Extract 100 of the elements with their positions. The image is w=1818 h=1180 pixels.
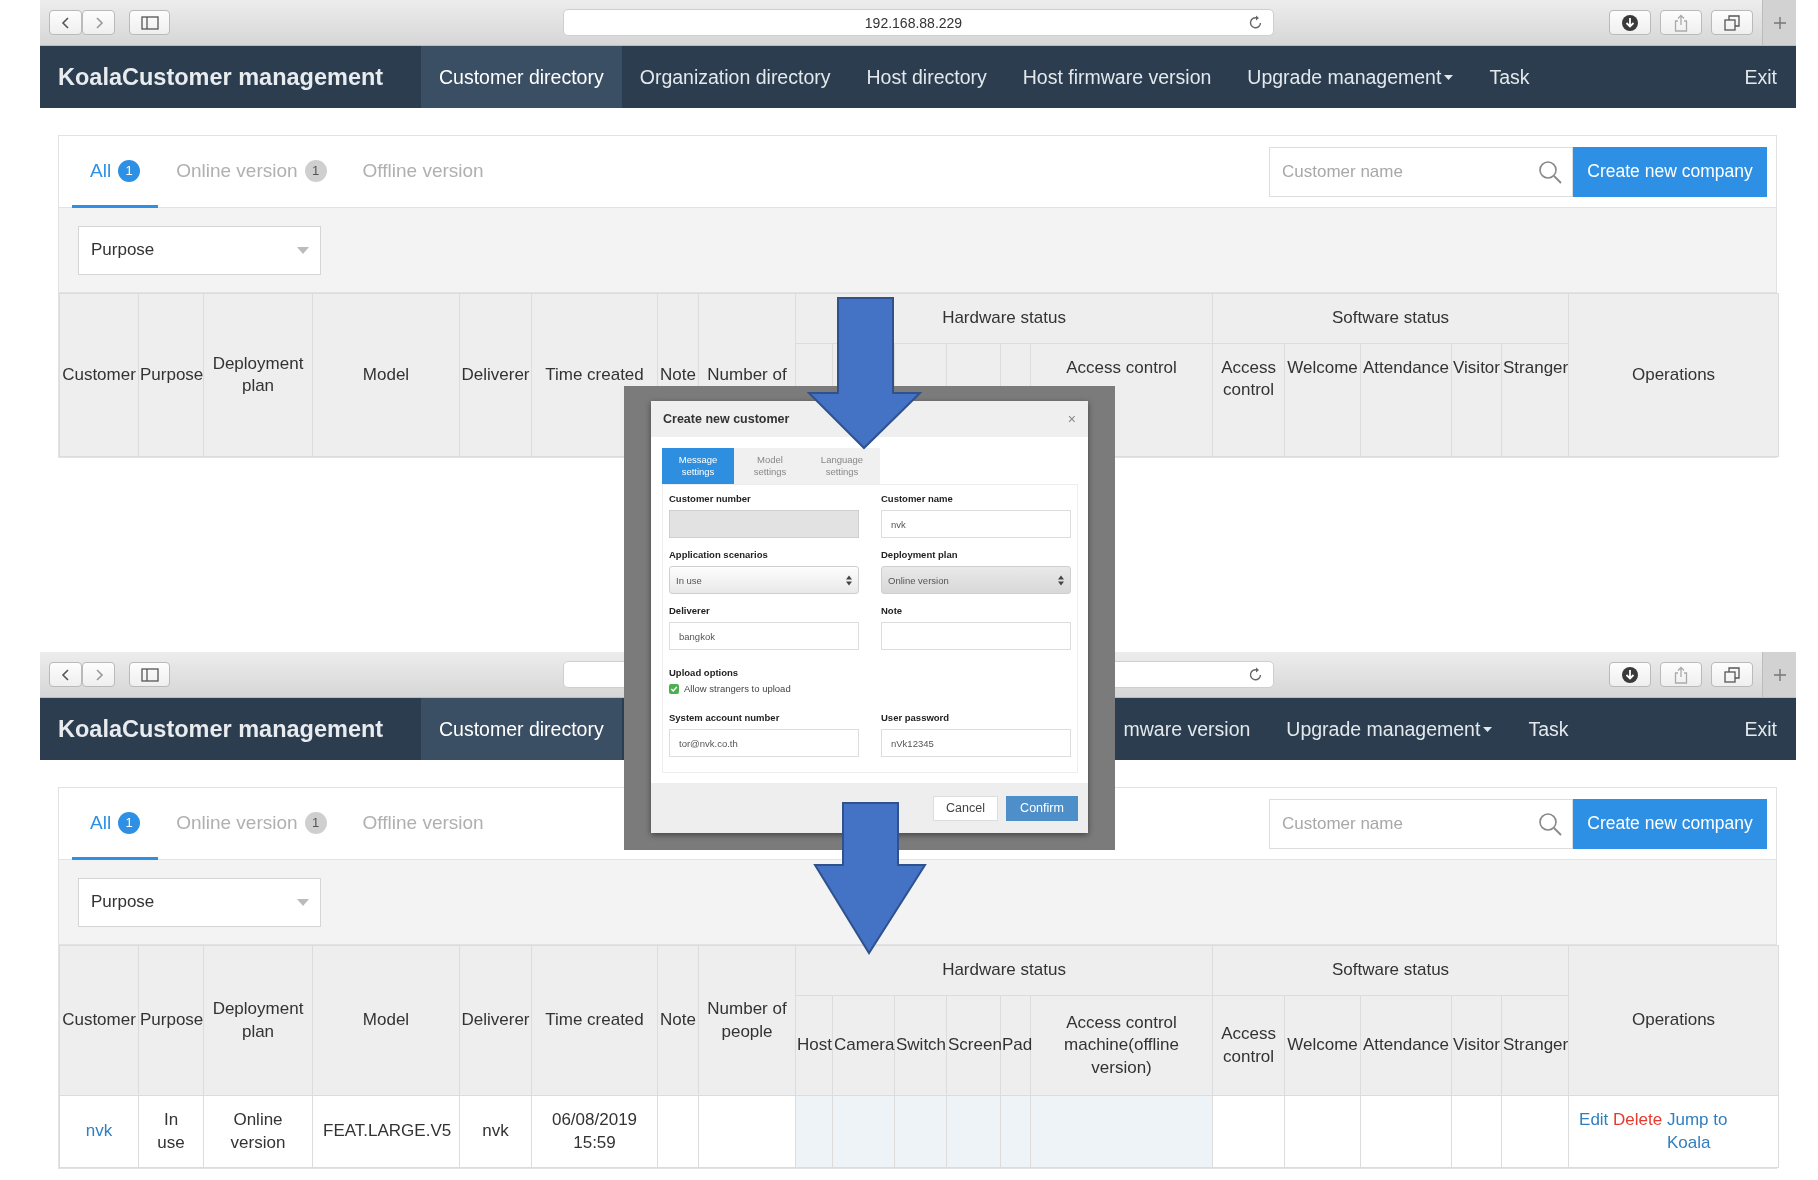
column-header: Camera bbox=[832, 995, 895, 1096]
input-field[interactable]: nVk12345 bbox=[881, 729, 1071, 757]
column-header: Customer bbox=[59, 293, 139, 457]
back-button[interactable] bbox=[49, 662, 82, 687]
exit-link[interactable]: Exit bbox=[1726, 698, 1796, 760]
column-header: Welcome bbox=[1284, 343, 1361, 457]
nav-item[interactable]: Host directory bbox=[848, 46, 1005, 108]
input-field[interactable]: nvk bbox=[881, 510, 1071, 538]
operation-link[interactable]: Jump to Koala bbox=[1666, 1109, 1747, 1154]
download-icon bbox=[1621, 665, 1639, 684]
nav-item[interactable]: Task bbox=[1471, 46, 1548, 108]
nav-item[interactable]: Customer directory bbox=[421, 698, 622, 760]
checkbox[interactable] bbox=[669, 683, 679, 694]
input-field[interactable]: tor@nvk.co.th bbox=[669, 729, 859, 757]
field-label: Customer number bbox=[669, 492, 752, 506]
back-icon bbox=[59, 667, 72, 682]
column-header: Access control bbox=[1212, 995, 1285, 1096]
field-label: Application scenarios bbox=[669, 548, 769, 562]
field-label: Note bbox=[881, 604, 904, 618]
tabs-button[interactable] bbox=[1711, 10, 1753, 35]
column-header: Deliverer bbox=[459, 293, 532, 457]
nav-item[interactable]: Customer directory bbox=[421, 46, 622, 108]
nav-item[interactable]: Upgrade management bbox=[1268, 698, 1511, 760]
column-header: Operations bbox=[1568, 293, 1779, 457]
column-header: Attendance bbox=[1360, 995, 1452, 1096]
new-tab-button[interactable] bbox=[1762, 652, 1796, 697]
column-header: Operations bbox=[1568, 945, 1779, 1096]
column-header: Stranger bbox=[1501, 343, 1569, 457]
column-header: Attendance bbox=[1360, 343, 1452, 457]
column-header: Welcome bbox=[1284, 995, 1361, 1096]
search-icon[interactable] bbox=[1538, 159, 1562, 184]
nav-item[interactable]: Host firmware version bbox=[1004, 46, 1230, 108]
table-cell: FEAT.LARGE.V5 bbox=[312, 1095, 460, 1168]
column-header: Customer bbox=[59, 945, 139, 1096]
share-icon bbox=[1674, 13, 1688, 32]
column-header: Visitor bbox=[1451, 995, 1502, 1096]
download-button[interactable] bbox=[1609, 10, 1651, 35]
input-field[interactable] bbox=[881, 622, 1071, 650]
sidebar-button[interactable] bbox=[129, 662, 170, 687]
operation-link[interactable]: Delete bbox=[1613, 1109, 1663, 1132]
sort-arrows-icon bbox=[1058, 574, 1064, 586]
checkbox-label: Allow strangers to upload bbox=[684, 683, 791, 694]
input-field[interactable]: bangkok bbox=[669, 622, 859, 650]
sidebar-button[interactable] bbox=[129, 10, 170, 35]
customer-link[interactable]: nvk bbox=[85, 1121, 113, 1141]
tabs-button[interactable] bbox=[1711, 662, 1753, 687]
column-header: Model bbox=[312, 293, 460, 457]
count-badge: 1 bbox=[304, 159, 327, 182]
share-button[interactable] bbox=[1660, 10, 1702, 35]
search-icon[interactable] bbox=[1538, 811, 1562, 836]
plus-icon bbox=[1772, 667, 1787, 682]
count-badge: 1 bbox=[118, 811, 141, 834]
purpose-dropdown[interactable]: Purpose bbox=[78, 225, 321, 275]
count-badge: 1 bbox=[304, 811, 327, 834]
column-header: Screen bbox=[946, 995, 1001, 1096]
table-cell: 06/08/2019 15:59 bbox=[531, 1095, 658, 1168]
field-label: Deployment plan bbox=[881, 548, 959, 562]
operation-link[interactable]: Edit bbox=[1579, 1109, 1609, 1132]
column-header: Deliverer bbox=[459, 945, 532, 1096]
sort-arrows-icon bbox=[846, 574, 852, 586]
caret-icon bbox=[297, 246, 309, 254]
share-button[interactable] bbox=[1660, 662, 1702, 687]
column-header: Host bbox=[795, 995, 833, 1096]
filter-tab[interactable]: Online version 1 bbox=[158, 136, 345, 208]
app-title: KoalaCustomer management bbox=[57, 62, 385, 92]
new-tab-button[interactable] bbox=[1762, 0, 1796, 45]
field-label: User password bbox=[881, 711, 951, 725]
download-button[interactable] bbox=[1609, 662, 1651, 687]
cancel-button[interactable]: Cancel bbox=[933, 795, 998, 821]
column-group-header: Software status bbox=[1212, 945, 1569, 996]
back-icon bbox=[59, 15, 72, 30]
plus-icon bbox=[1772, 15, 1787, 30]
table-cell: In use bbox=[138, 1095, 204, 1168]
column-group-header: Hardware status bbox=[795, 945, 1213, 996]
column-header: Purpose bbox=[138, 293, 204, 457]
nav-item[interactable]: Upgrade management bbox=[1229, 46, 1472, 108]
field-label: Deliverer bbox=[669, 604, 711, 618]
column-header: Switch bbox=[894, 995, 947, 1096]
purpose-dropdown[interactable]: Purpose bbox=[78, 877, 321, 927]
column-header: Number of people bbox=[698, 945, 796, 1096]
filter-tab[interactable]: Online version 1 bbox=[158, 788, 345, 860]
sidebar-icon bbox=[140, 15, 159, 30]
select-field[interactable]: In use bbox=[669, 566, 859, 594]
address-bar[interactable]: 192.168.88.229 bbox=[563, 9, 1274, 36]
reload-icon[interactable] bbox=[1249, 15, 1263, 30]
nav-item[interactable]: Task bbox=[1510, 698, 1587, 760]
reload-icon[interactable] bbox=[1249, 667, 1263, 682]
column-header: Purpose bbox=[138, 945, 204, 1096]
back-button[interactable] bbox=[49, 10, 82, 35]
forward-button[interactable] bbox=[82, 662, 115, 687]
field-label: Customer name bbox=[881, 492, 954, 506]
forward-button[interactable] bbox=[82, 10, 115, 35]
sidebar-icon bbox=[140, 667, 159, 682]
table-cell: Online version bbox=[203, 1095, 313, 1168]
exit-link[interactable]: Exit bbox=[1726, 46, 1796, 108]
column-group-header: Software status bbox=[1212, 293, 1569, 344]
column-header: Model bbox=[312, 945, 460, 1096]
nav-item[interactable]: Organization directory bbox=[621, 46, 849, 108]
column-header: Deployment plan bbox=[203, 293, 313, 457]
column-header: Note bbox=[657, 945, 699, 1096]
